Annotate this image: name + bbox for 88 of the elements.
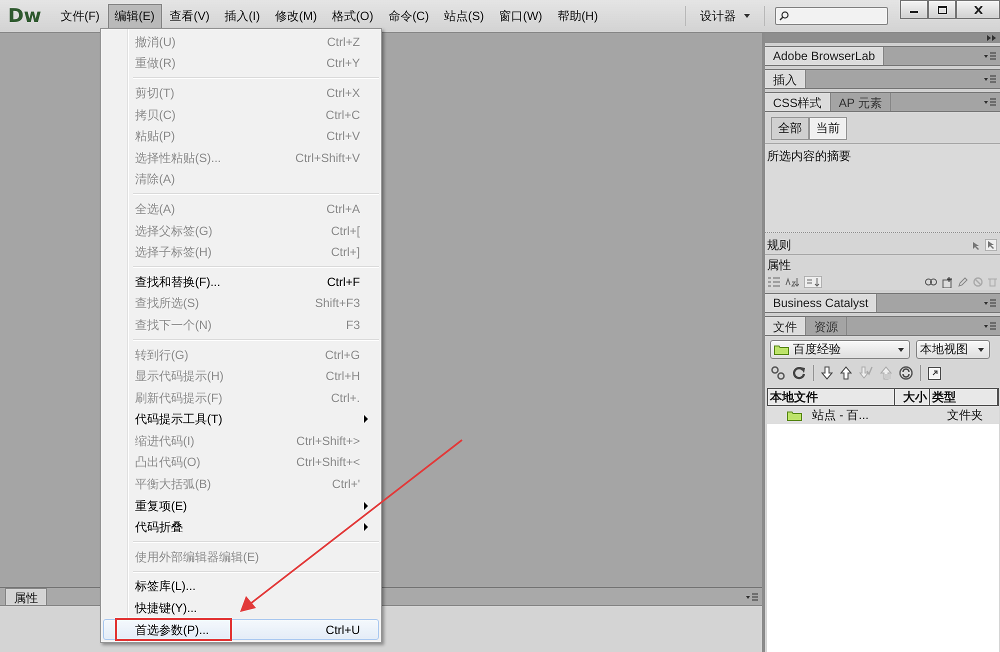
menu-bar-item[interactable]: 格式(O): [324, 4, 380, 28]
sync-icon[interactable]: [899, 366, 913, 380]
shortcut-label: Ctrl+F: [327, 274, 361, 289]
folder-icon: [774, 344, 789, 355]
shortcut-label: Ctrl+.: [330, 390, 361, 405]
shortcut-label: Ctrl+C: [326, 108, 361, 122]
panel-tab[interactable]: 属性: [5, 588, 47, 605]
app-logo: Dw: [8, 5, 42, 27]
view-dropdown[interactable]: 本地视图: [916, 340, 990, 359]
close-icon: [974, 6, 982, 14]
menu-item[interactable]: 重复项(E): [103, 494, 379, 516]
shortcut-label: Ctrl+Z: [327, 34, 361, 49]
shortcut-label: Ctrl+V: [326, 129, 361, 144]
menu-bar-item[interactable]: 帮助(H): [550, 4, 605, 28]
workspace-switcher[interactable]: 设计器: [685, 6, 765, 26]
column-header[interactable]: 类型: [930, 389, 998, 405]
cursor-icon[interactable]: [985, 239, 997, 251]
shortcut-label: F3: [346, 318, 361, 332]
shortcut-label: Ctrl+Y: [326, 56, 361, 70]
panel-tab[interactable]: CSS样式: [765, 93, 831, 111]
panel-tab[interactable]: AP 元素: [830, 93, 891, 111]
cursor-icon[interactable]: [972, 241, 982, 251]
panel-tab[interactable]: 插入: [765, 70, 806, 88]
shortcut-label: Ctrl+[: [330, 224, 361, 238]
shortcut-label: Ctrl+U: [326, 622, 361, 637]
shortcut-label: Ctrl+]: [330, 245, 361, 260]
up-arrow-icon[interactable]: [840, 366, 852, 380]
search-icon: [779, 11, 789, 21]
panel-tab[interactable]: Adobe BrowserLab: [765, 47, 884, 65]
minimize-button[interactable]: [900, 0, 928, 19]
file-name: 站点 - 百...: [812, 406, 869, 424]
menu-bar-item[interactable]: 命令(C): [381, 4, 436, 28]
shortcut-label: Ctrl+Shift+<: [296, 455, 361, 470]
connect-icon[interactable]: [771, 366, 785, 380]
maximize-button[interactable]: [928, 0, 956, 19]
link-icon[interactable]: [925, 277, 937, 287]
panel-options-icon[interactable]: [984, 52, 996, 60]
menu-bar-item[interactable]: 文件(F): [53, 4, 107, 28]
properties-label: 属性: [767, 258, 791, 272]
menu-bar-item[interactable]: 插入(I): [218, 4, 267, 28]
shortcut-label: Ctrl+G: [324, 348, 361, 362]
menu-bar-item[interactable]: 修改(M): [268, 4, 324, 28]
menu-item[interactable]: 首选参数(P)... Ctrl+U: [103, 618, 379, 640]
panel-options-icon[interactable]: [984, 98, 996, 106]
panel-tab[interactable]: Business Catalyst: [765, 294, 878, 312]
menu-bar-item[interactable]: 查看(V): [162, 4, 217, 28]
panel-options-icon[interactable]: [984, 75, 996, 83]
column-header[interactable]: 大小: [895, 389, 930, 405]
shortcut-label: Ctrl+Shift+V: [295, 150, 361, 165]
summary-title: 所选内容的摘要: [767, 149, 851, 163]
rules-label: 规则: [767, 237, 791, 254]
menu-item[interactable]: 查找和替换(F)... Ctrl+F: [103, 270, 379, 293]
shortcut-label: Ctrl+A: [326, 202, 361, 216]
refresh-icon[interactable]: [792, 366, 806, 380]
shortcut-label: Ctrl+H: [326, 369, 361, 384]
column-header[interactable]: 本地文件: [768, 389, 895, 405]
shortcut-label: Ctrl+': [332, 477, 361, 492]
expand-icon[interactable]: [928, 366, 941, 380]
file-type: 文件夹: [947, 406, 983, 424]
menu-item[interactable]: 快捷键(Y)...: [103, 597, 379, 619]
check-arrow-icon[interactable]: [859, 366, 873, 380]
shortcut-label: Ctrl+Shift+>: [296, 434, 361, 448]
sort-icon[interactable]: [804, 276, 822, 288]
mode-button[interactable]: 全部: [771, 117, 809, 140]
down-arrow-icon[interactable]: [821, 366, 833, 380]
menu-item[interactable]: 标签库(L)...: [103, 576, 379, 598]
az-sort-icon[interactable]: [785, 277, 799, 287]
close-button[interactable]: [956, 0, 1000, 19]
panel-options-icon[interactable]: [746, 592, 758, 600]
file-row[interactable]: 站点 - 百... 文件夹: [767, 406, 999, 424]
shortcut-label: Shift+F3: [314, 296, 361, 310]
folder-icon: [787, 410, 802, 420]
mode-button[interactable]: 当前: [809, 117, 847, 140]
menu-bar-item[interactable]: 站点(S): [436, 4, 491, 28]
site-dropdown[interactable]: 百度经验: [770, 340, 910, 359]
maximize-icon: [938, 6, 946, 14]
list-icon[interactable]: [768, 277, 780, 287]
panel-options-icon[interactable]: [984, 322, 996, 330]
menu-bar-item[interactable]: 编辑(E): [108, 4, 162, 28]
menu-bar-item[interactable]: 窗口(W): [492, 4, 550, 28]
menu-item[interactable]: 代码提示工具(T): [103, 408, 379, 430]
panel-options-icon[interactable]: [984, 299, 996, 307]
shortcut-label: Ctrl+X: [326, 86, 361, 100]
menu-item[interactable]: 代码折叠: [103, 516, 379, 538]
new-rule-icon[interactable]: [942, 276, 953, 288]
search-field[interactable]: [775, 7, 888, 25]
panel-tab[interactable]: 文件: [765, 317, 806, 335]
collapse-icon[interactable]: [987, 35, 996, 41]
